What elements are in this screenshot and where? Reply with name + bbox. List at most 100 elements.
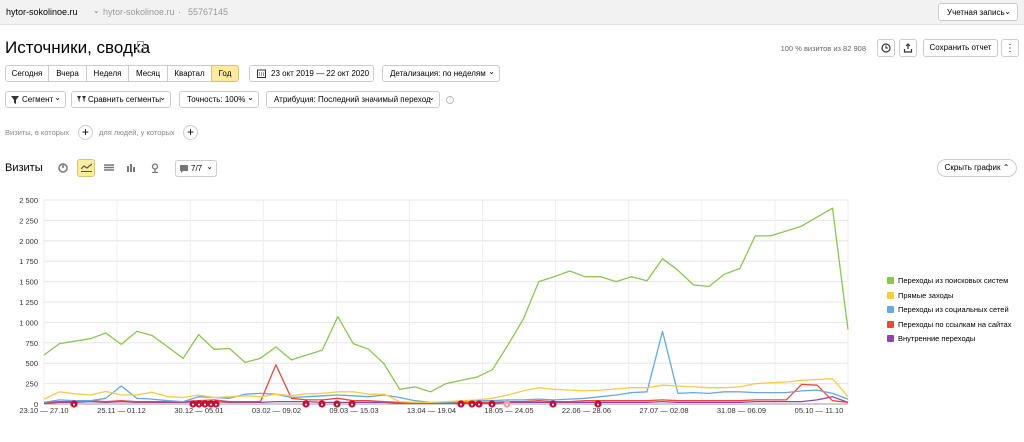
period-yesterday[interactable]: Вчера [48, 65, 87, 82]
x-tick-label: 03.02 — 09.02 [252, 406, 301, 415]
more-icon: ⋮ [1005, 43, 1015, 54]
area-chart-button[interactable] [100, 159, 118, 177]
site-selector[interactable]: hytor-sokolinoe.ru [6, 7, 78, 17]
chevron-down-icon: ⌄ [159, 93, 166, 102]
legend-checkbox[interactable] [887, 277, 894, 284]
area-chart-icon [104, 164, 114, 171]
clock-button[interactable] [877, 39, 895, 57]
annotations-button[interactable]: 7/7 ⌄ [175, 160, 217, 177]
annotation-marker[interactable] [189, 400, 197, 408]
chevron-down-icon: ⌄ [488, 67, 495, 76]
x-tick-label: 30.12 — 05.01 [174, 406, 223, 415]
annotation-marker[interactable] [201, 400, 209, 408]
y-tick-label: 2 500 [19, 196, 38, 205]
y-tick-label: 1 250 [19, 298, 38, 307]
chevron-down-icon[interactable]: ⌄ [93, 6, 100, 15]
compare-icon [77, 96, 86, 102]
annotation-marker[interactable] [70, 400, 78, 408]
annotation-marker[interactable] [348, 400, 356, 408]
map-pin-icon [151, 163, 159, 174]
legend-checkbox[interactable] [887, 320, 894, 328]
account-button[interactable]: Учетная запись ⌄ [938, 3, 1018, 21]
annotation-marker[interactable] [457, 400, 465, 408]
detail-label: Детализация: по неделям [390, 69, 486, 78]
x-tick-label: 13.04 — 19.04 [407, 406, 456, 415]
map-pin-button[interactable] [146, 159, 164, 177]
compare-label: Сравнить сегменты [88, 95, 162, 104]
pie-chart-button[interactable] [54, 159, 72, 177]
segment-button[interactable]: Сегмент ⌄ [5, 91, 66, 108]
account-label: Учетная запись [947, 8, 1005, 17]
hide-chart-button[interactable]: Скрыть график ⌃ [937, 159, 1017, 177]
y-tick-label: 1 750 [19, 257, 38, 266]
detail-select[interactable]: Детализация: по неделям ⌄ [382, 65, 500, 82]
annotation-marker-glyph: ● [210, 402, 213, 407]
period-week[interactable]: Неделя [86, 65, 129, 82]
attribution-label: Атрибуция: Последний значимый переход [274, 95, 431, 104]
annotation-marker[interactable] [333, 400, 341, 408]
legend-checkbox[interactable] [887, 291, 894, 299]
page-title: Источники, сводка [5, 38, 151, 57]
y-tick-label: 500 [25, 359, 38, 368]
line-chart-icon [80, 163, 92, 172]
top-bar: hytor-sokolinoe.ru ⌄ hytor-sokolinoe.ru … [0, 0, 1024, 25]
segment-label: Сегмент [22, 95, 54, 104]
add-people-condition-button[interactable]: + [183, 125, 198, 140]
site-domain: hytor-sokolinoe.ru [103, 7, 175, 17]
annotation-marker[interactable] [212, 400, 220, 408]
annotation-marker-glyph: ● [506, 402, 509, 407]
x-tick-label: 25.11 — 01.12 [97, 406, 146, 415]
y-tick-label: 2 250 [19, 216, 38, 225]
export-button[interactable] [899, 39, 917, 57]
date-range-label: 23 окт 2019 — 22 окт 2020 [271, 69, 370, 78]
legend-checkbox[interactable] [887, 335, 894, 342]
pie-chart-icon [58, 163, 68, 173]
visits-where-label: Визиты, в которых [5, 128, 70, 137]
bookmark-icon[interactable] [137, 41, 144, 53]
x-tick-label: 27.07 — 02.08 [639, 406, 688, 415]
annotation-marker[interactable] [594, 400, 602, 408]
annotation-marker-glyph: ● [73, 402, 76, 407]
y-tick-label: 750 [25, 339, 38, 348]
period-today[interactable]: Сегодня [5, 65, 49, 82]
annotation-marker-glyph: ● [336, 402, 339, 407]
annotation-marker[interactable] [195, 400, 203, 408]
chevron-down-icon: ⌄ [206, 162, 213, 171]
more-button[interactable]: ⋮ [1001, 39, 1019, 57]
annotation-marker[interactable] [468, 400, 476, 408]
period-month[interactable]: Месяц [128, 65, 168, 82]
accuracy-select[interactable]: Точность: 100% ⌄ [179, 91, 259, 108]
add-visit-condition-button[interactable]: + [78, 125, 93, 140]
bar-chart-icon [127, 164, 135, 172]
date-range-picker[interactable]: 23 окт 2019 — 22 окт 2020 [249, 65, 374, 82]
annotation-marker-glyph: ● [597, 402, 600, 407]
x-tick-label: 22.06 — 28.06 [562, 406, 611, 415]
period-quarter[interactable]: Квартал [167, 65, 212, 82]
annotation-marker[interactable] [503, 400, 511, 408]
chevron-down-icon: ⌄ [247, 93, 254, 102]
save-report-button[interactable]: Сохранить отчет [923, 39, 998, 57]
legend-label: Переходы по ссылкам на сайтах [898, 319, 1012, 329]
chevron-down-icon: ⌄ [54, 93, 61, 102]
annotation-marker[interactable] [475, 400, 483, 408]
x-tick-label: 09.03 — 15.03 [329, 406, 378, 415]
annotation-marker[interactable] [318, 400, 326, 408]
annotation-marker-glyph: ● [460, 402, 463, 407]
people-where-label: для людей, у которых [99, 128, 175, 137]
separator: · [178, 7, 181, 17]
compare-segments-button[interactable]: Сравнить сегменты ⌄ [71, 91, 171, 108]
bar-chart-button[interactable] [123, 159, 141, 177]
annotation-marker-glyph: ● [215, 402, 218, 407]
info-icon[interactable]: i [446, 96, 454, 104]
annotation-marker[interactable] [207, 400, 215, 408]
line-chart-button[interactable] [77, 159, 95, 177]
attribution-select[interactable]: Атрибуция: Последний значимый переход ⌄ [266, 91, 440, 108]
y-tick-label: 0 [34, 400, 38, 409]
legend-checkbox[interactable] [887, 306, 894, 313]
annotation-marker[interactable] [488, 400, 496, 408]
period-year[interactable]: Год [211, 65, 239, 82]
y-tick-label: 1 000 [19, 318, 38, 327]
annotation-marker[interactable] [549, 400, 557, 408]
y-tick-label: 2 000 [19, 237, 38, 246]
annotation-marker[interactable] [302, 400, 310, 408]
